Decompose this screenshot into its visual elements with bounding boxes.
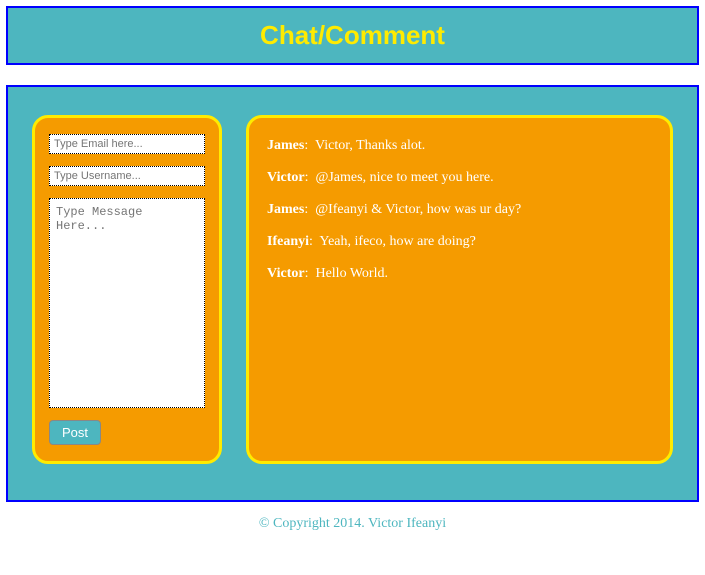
username-field[interactable] bbox=[49, 166, 205, 186]
footer: © Copyright 2014. Victor Ifeanyi bbox=[6, 502, 699, 538]
compose-panel: Post bbox=[32, 115, 222, 464]
message-author: James bbox=[267, 138, 304, 153]
message-author: Victor bbox=[267, 266, 305, 281]
email-field[interactable] bbox=[49, 134, 205, 154]
message-item: James: Victor, Thanks alot. bbox=[267, 138, 652, 154]
message-text: @James, nice to meet you here. bbox=[315, 170, 493, 185]
page-title: Chat/Comment bbox=[8, 20, 697, 51]
post-button[interactable]: Post bbox=[49, 420, 101, 445]
message-text: @Ifeanyi & Victor, how was ur day? bbox=[315, 202, 521, 217]
message-item: Victor: @James, nice to meet you here. bbox=[267, 170, 652, 186]
main-container: Post James: Victor, Thanks alot. Victor:… bbox=[6, 85, 699, 502]
message-item: James: @Ifeanyi & Victor, how was ur day… bbox=[267, 202, 652, 218]
message-text: Yeah, ifeco, how are doing? bbox=[319, 234, 475, 249]
message-author: Victor bbox=[267, 170, 305, 185]
message-author: James bbox=[267, 202, 304, 217]
copyright-text: © Copyright 2014. Victor Ifeanyi bbox=[259, 516, 446, 531]
message-item: Ifeanyi: Yeah, ifeco, how are doing? bbox=[267, 234, 652, 250]
message-text: Victor, Thanks alot. bbox=[315, 138, 425, 153]
message-author: Ifeanyi bbox=[267, 234, 309, 249]
header-bar: Chat/Comment bbox=[6, 6, 699, 65]
message-item: Victor: Hello World. bbox=[267, 266, 652, 282]
messages-panel: James: Victor, Thanks alot. Victor: @Jam… bbox=[246, 115, 673, 464]
message-text: Hello World. bbox=[315, 266, 388, 281]
message-field[interactable] bbox=[49, 198, 205, 408]
